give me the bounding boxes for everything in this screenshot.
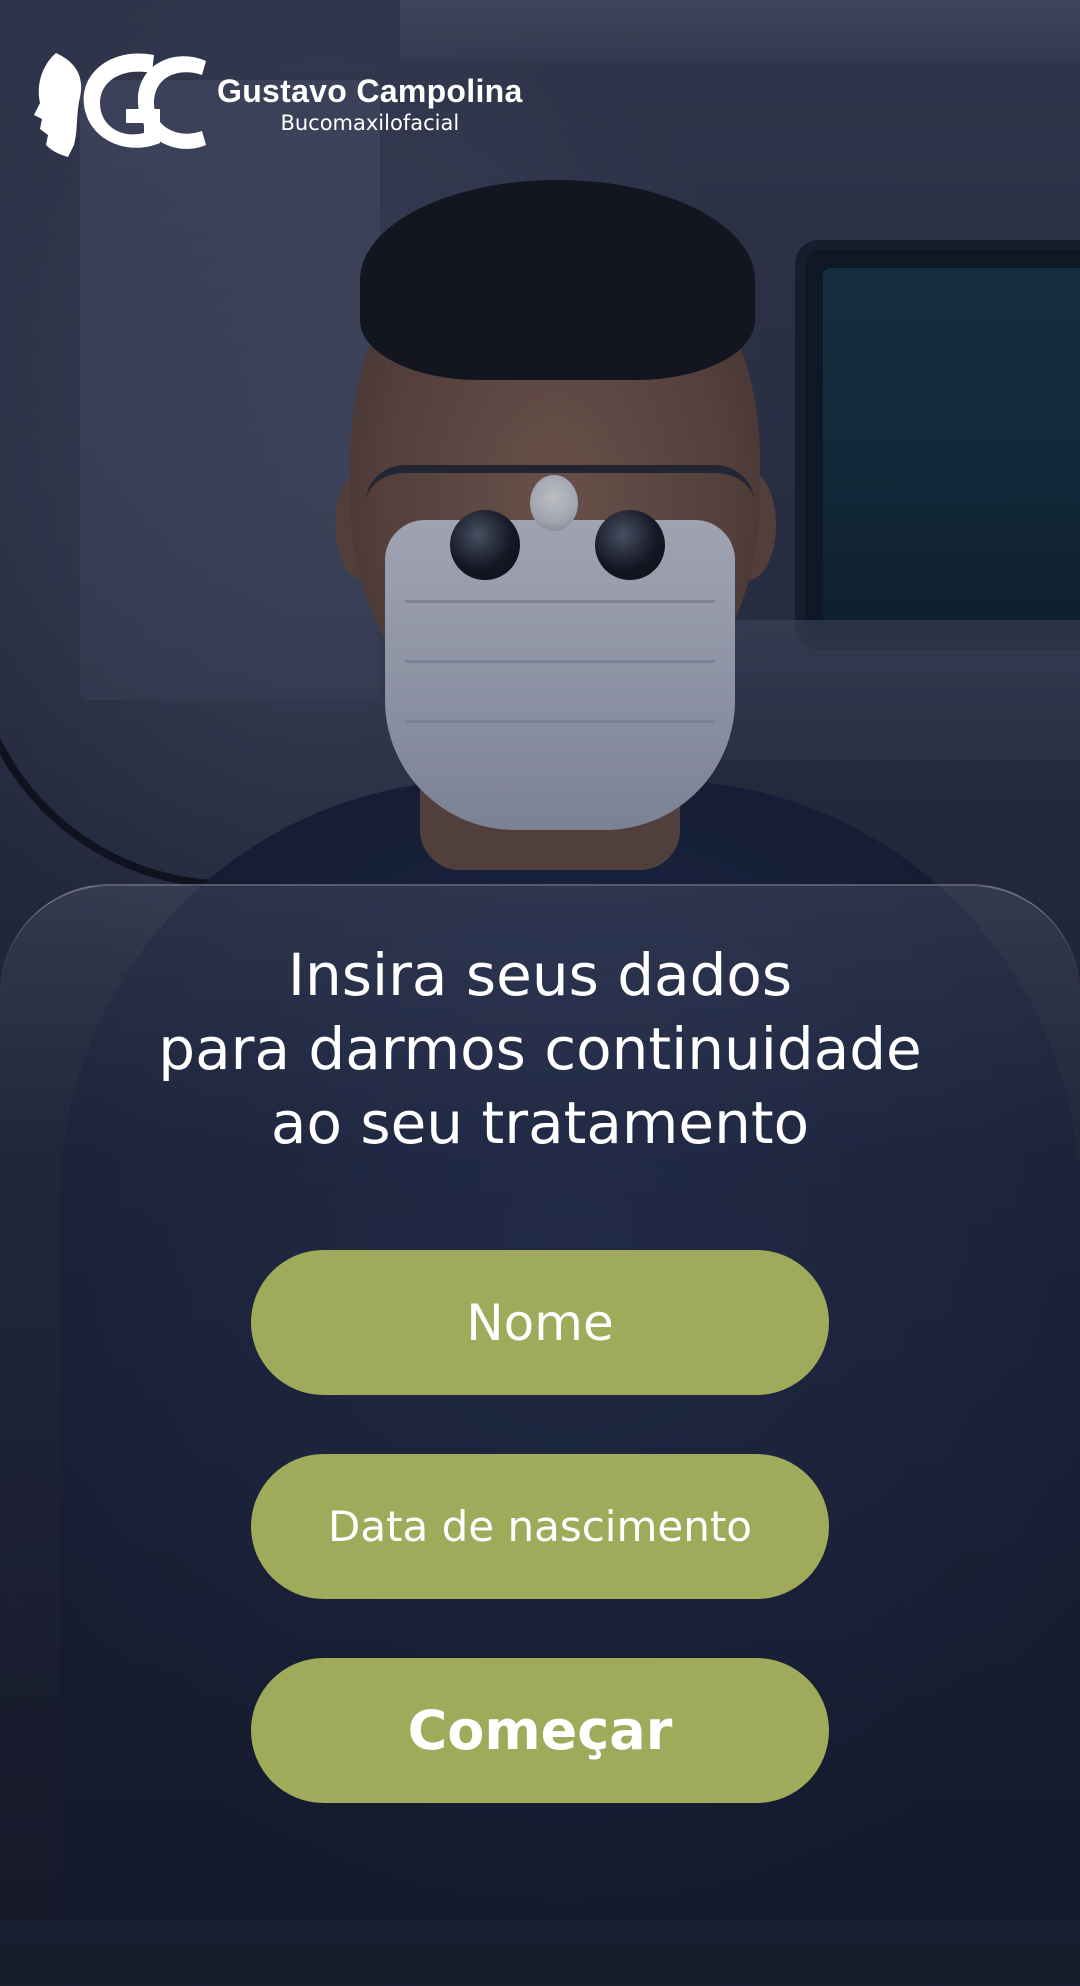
brand-subtitle: Bucomaxilofacial bbox=[280, 110, 460, 135]
birthdate-field[interactable]: Data de nascimento bbox=[251, 1454, 829, 1599]
start-button-label: Começar bbox=[407, 1699, 673, 1762]
headline-line-3: ao seu tratamento bbox=[270, 1089, 810, 1157]
start-button[interactable]: Começar bbox=[251, 1658, 829, 1803]
brand-logo: Gustavo Campolina Bucomaxilofacial bbox=[34, 42, 523, 162]
birthdate-field-placeholder: Data de nascimento bbox=[327, 1502, 753, 1551]
form-headline: Insira seus dados para darmos continuida… bbox=[0, 938, 1080, 1160]
headline-line-2: para darmos continuidade bbox=[158, 1015, 922, 1083]
headline-line-1: Insira seus dados bbox=[287, 941, 793, 1009]
gc-monogram-icon bbox=[34, 52, 206, 157]
brand-text: Gustavo Campolina Bucomaxilofacial bbox=[217, 75, 523, 134]
name-field[interactable]: Nome bbox=[251, 1250, 829, 1395]
name-field-placeholder: Nome bbox=[466, 1293, 614, 1352]
brand-name: Gustavo Campolina bbox=[217, 72, 523, 109]
